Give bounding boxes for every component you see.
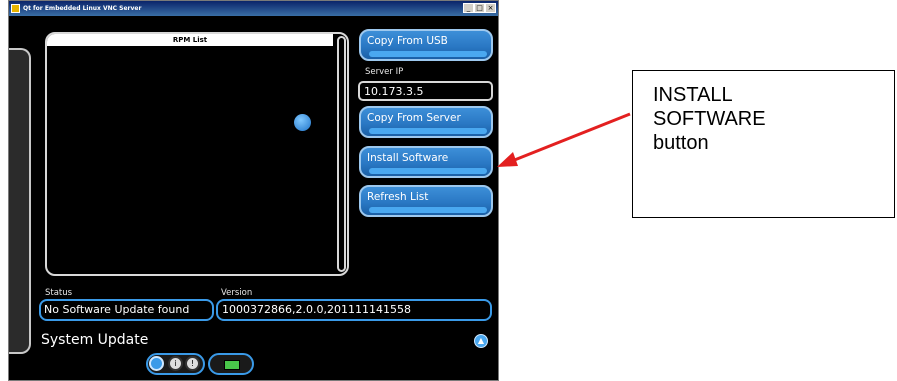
annotation-callout: INSTALL SOFTWARE button	[632, 70, 895, 218]
annotation-line-2: SOFTWARE	[653, 108, 766, 130]
annotation-line-1: INSTALL	[653, 84, 733, 106]
annotation-line-3: button	[653, 132, 709, 154]
